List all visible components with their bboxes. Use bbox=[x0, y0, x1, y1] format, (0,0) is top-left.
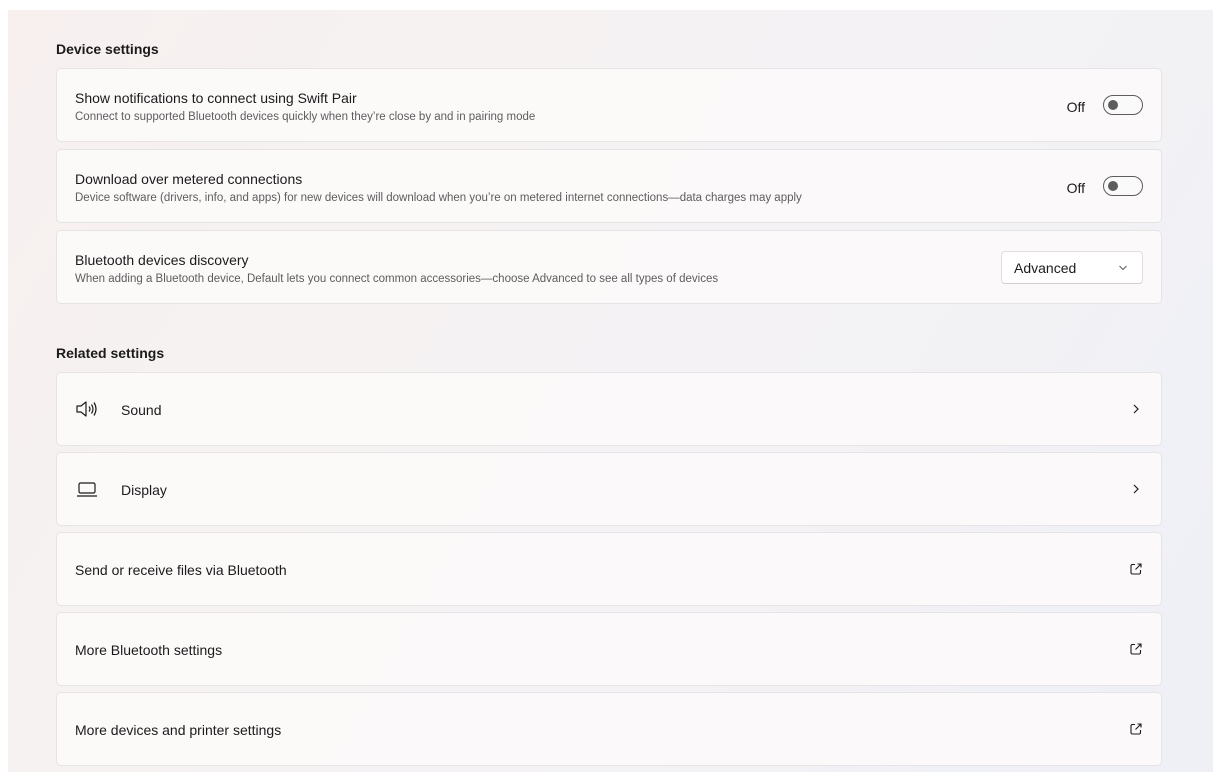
toggle-knob bbox=[1108, 181, 1118, 191]
toggle-knob bbox=[1108, 100, 1118, 110]
swift-pair-setting-card: Show notifications to connect using Swif… bbox=[56, 68, 1162, 142]
related-item-display[interactable]: Display bbox=[56, 452, 1162, 526]
related-item-send-receive-files[interactable]: Send or receive files via Bluetooth bbox=[56, 532, 1162, 606]
related-settings-heading: Related settings bbox=[56, 345, 165, 361]
speaker-icon bbox=[76, 401, 97, 417]
metered-download-title: Download over metered connections bbox=[75, 171, 303, 187]
settings-page: Device settings Show notifications to co… bbox=[8, 10, 1213, 772]
chevron-right-icon bbox=[1133, 404, 1139, 414]
related-item-more-bluetooth-settings[interactable]: More Bluetooth settings bbox=[56, 612, 1162, 686]
metered-download-description: Device software (drivers, info, and apps… bbox=[75, 192, 802, 204]
display-label: Display bbox=[121, 482, 167, 498]
open-external-icon bbox=[1130, 723, 1142, 735]
laptop-icon bbox=[77, 482, 97, 497]
discovery-dropdown[interactable]: Advanced bbox=[1001, 251, 1143, 284]
devices-printer-settings-label: More devices and printer settings bbox=[75, 722, 282, 738]
chevron-down-icon bbox=[1119, 265, 1127, 271]
open-external-icon bbox=[1130, 643, 1142, 655]
discovery-setting-card: Bluetooth devices discovery When adding … bbox=[56, 230, 1162, 304]
discovery-dropdown-value: Advanced bbox=[1014, 260, 1077, 276]
sound-label: Sound bbox=[121, 402, 162, 418]
swift-pair-toggle[interactable] bbox=[1103, 95, 1143, 115]
metered-download-setting-card: Download over metered connections Device… bbox=[56, 149, 1162, 223]
send-receive-files-label: Send or receive files via Bluetooth bbox=[75, 562, 287, 578]
open-external-icon bbox=[1130, 563, 1142, 575]
discovery-title: Bluetooth devices discovery bbox=[75, 252, 249, 268]
metered-download-toggle[interactable] bbox=[1103, 176, 1143, 196]
related-item-devices-printer-settings[interactable]: More devices and printer settings bbox=[56, 692, 1162, 766]
discovery-description: When adding a Bluetooth device, Default … bbox=[75, 273, 719, 285]
swift-pair-toggle-label: Off bbox=[1066, 99, 1085, 115]
related-item-sound[interactable]: Sound bbox=[56, 372, 1162, 446]
metered-download-toggle-label: Off bbox=[1066, 180, 1085, 196]
chevron-right-icon bbox=[1133, 484, 1139, 494]
swift-pair-description: Connect to supported Bluetooth devices q… bbox=[75, 111, 536, 123]
device-settings-heading: Device settings bbox=[56, 41, 159, 57]
more-bluetooth-settings-label: More Bluetooth settings bbox=[75, 642, 223, 658]
swift-pair-title: Show notifications to connect using Swif… bbox=[75, 90, 357, 106]
